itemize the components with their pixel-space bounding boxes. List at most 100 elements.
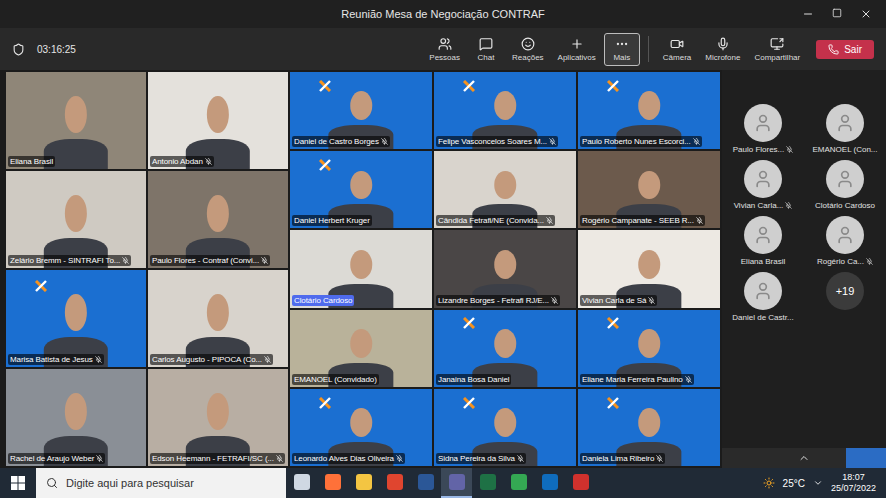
chevron-up-icon[interactable] <box>798 452 810 464</box>
mic-off-icon <box>517 455 524 462</box>
video-tile[interactable]: Sidna Pereira da Silva <box>434 389 576 466</box>
video-tile[interactable]: Eliane Maria Ferreira Paulino <box>578 310 720 387</box>
video-tile[interactable]: Eliana Brasil <box>6 72 146 169</box>
person-icon <box>753 113 773 133</box>
participant-name: Rogério Campanate - SEEB R... <box>580 215 705 226</box>
video-tile[interactable]: Carlos Augusto - PIPOCA (Co... <box>148 270 288 367</box>
leave-button[interactable]: Sair <box>816 40 874 59</box>
mic-off-icon <box>381 138 388 145</box>
participant-name: Eliana Brasil <box>8 156 55 167</box>
meeting-toolbar: 03:16:25PessoasChatReaçõesAplicativosMai… <box>0 28 886 70</box>
search-field[interactable]: Digite aqui para pesquisar <box>36 468 286 498</box>
toolbar-button[interactable]: Aplicativos <box>552 33 602 66</box>
taskbar-app[interactable] <box>348 468 379 498</box>
video-tile[interactable]: Zelário Bremm - SINTRAFI To... <box>6 171 146 268</box>
video-tile[interactable]: Daniel de Castro Borges <box>290 72 432 149</box>
participant-name: Daniela Lima Ribeiro <box>580 453 665 464</box>
maximize-icon[interactable] <box>832 8 842 18</box>
taskbar-app[interactable] <box>565 468 596 498</box>
shield-icon <box>12 43 25 56</box>
toolbar-divider <box>648 36 649 62</box>
app-icon <box>573 474 589 490</box>
meeting-stage: Eliana Brasil Antonio AbdanZelário Bremm … <box>0 70 886 468</box>
system-tray: 25°C 18:0725/07/2022 <box>763 472 886 495</box>
video-tile[interactable]: Clotário Cardoso <box>290 230 432 307</box>
taskbar-app[interactable] <box>379 468 410 498</box>
close-icon[interactable] <box>860 8 872 20</box>
self-view <box>846 448 886 468</box>
avatar <box>826 104 864 142</box>
video-tile[interactable]: Rogério Campanate - SEEB R... <box>578 151 720 228</box>
video-tile[interactable]: Daniela Lima Ribeiro <box>578 389 720 466</box>
video-tile[interactable]: Felipe Vasconcelos Soares M... <box>434 72 576 149</box>
roster-item[interactable]: Rogério Ca... <box>817 216 873 266</box>
taskbar-app[interactable] <box>441 468 472 498</box>
apps-icon <box>570 37 584 51</box>
video-tile[interactable]: EMANOEL (Convidado) <box>290 310 432 387</box>
video-tile[interactable]: Cândida Fetrafi/NE (Convida... <box>434 151 576 228</box>
clock[interactable]: 18:0725/07/2022 <box>831 472 876 495</box>
search-icon <box>46 477 58 489</box>
video-tile[interactable]: Antonio Abdan <box>148 72 288 169</box>
avatar <box>744 160 782 198</box>
toolbar-button[interactable]: Chat <box>468 33 504 66</box>
device-button[interactable]: Microfone <box>699 33 746 66</box>
taskbar-app[interactable] <box>410 468 441 498</box>
video-tile[interactable]: Edson Heemann - FETRAFI/SC (... <box>148 369 288 466</box>
video-tile[interactable]: Lizandre Borges - Fetrafi RJ/E... <box>434 230 576 307</box>
avatar <box>826 160 864 198</box>
roster-item[interactable]: Clotário Cardoso <box>815 160 875 210</box>
toolbar-button[interactable]: Reações <box>506 33 550 66</box>
mic-off-icon <box>264 356 271 363</box>
taskbar-app[interactable] <box>534 468 565 498</box>
roster-item[interactable]: Paulo Flores... <box>733 104 794 154</box>
chat-icon <box>479 37 493 51</box>
small-tiles: Daniel de Castro Borges Felipe Vasconcelo… <box>290 72 720 466</box>
mic-off-icon <box>786 146 793 153</box>
mic-off-icon <box>261 257 268 264</box>
taskbar-app[interactable] <box>317 468 348 498</box>
participant-name: Daniel Herbert Kruger <box>292 215 372 226</box>
participant-name: Paulo Flores - Contraf (Convi... <box>150 255 270 266</box>
video-tile[interactable]: Paulo Flores - Contraf (Convi... <box>148 171 288 268</box>
taskbar-app[interactable] <box>472 468 503 498</box>
app-icon <box>542 474 558 490</box>
taskbar-app[interactable] <box>286 468 317 498</box>
video-tile[interactable]: Vivian Carla de Sá <box>578 230 720 307</box>
taskbar-app[interactable] <box>503 468 534 498</box>
video-tile[interactable]: Marisa Batista de Jesus <box>6 270 146 367</box>
teams-window: Reunião Mesa de Negociação CONTRAF 03:16:… <box>0 0 886 498</box>
minimize-icon[interactable] <box>802 8 814 20</box>
participant-roster: Paulo Flores... EMANOEL (Con... Vivian Car… <box>722 70 886 468</box>
video-tile[interactable]: Janaina Bosa Daniel <box>434 310 576 387</box>
device-button[interactable]: Câmera <box>657 33 697 66</box>
toolbar-button[interactable]: Mais <box>604 33 640 66</box>
overflow-count: +19 <box>826 272 864 310</box>
weather-icon <box>763 477 775 489</box>
weather[interactable]: 25°C <box>783 478 805 489</box>
mic-off-icon <box>785 202 792 209</box>
video-tile[interactable]: Daniel Herbert Kruger <box>290 151 432 228</box>
app-icon <box>325 474 341 490</box>
reactions-icon <box>521 37 535 51</box>
app-icon <box>294 474 310 490</box>
person-icon <box>835 225 855 245</box>
roster-item[interactable]: Vivian Carla... <box>734 160 793 210</box>
participant-name: Lizandre Borges - Fetrafi RJ/E... <box>436 295 560 306</box>
roster-item[interactable]: Eliana Brasil <box>741 216 785 266</box>
video-tile[interactable]: Rachel de Araujo Weber <box>6 369 146 466</box>
participant-name: Clotário Cardoso <box>292 295 354 306</box>
roster-item[interactable]: EMANOEL (Con... <box>812 104 877 154</box>
video-tile[interactable]: Paulo Roberto Nunes Escorci... <box>578 72 720 149</box>
window-title: Reunião Mesa de Negociação CONTRAF <box>341 8 545 20</box>
self-view-strip[interactable] <box>722 448 886 468</box>
start-button[interactable] <box>0 476 36 490</box>
tray-expand-icon[interactable] <box>813 478 823 488</box>
app-icon <box>387 474 403 490</box>
video-tile[interactable]: Leonardo Alves Dias Oliveira <box>290 389 432 466</box>
roster-item[interactable]: Daniel de Castr... <box>732 272 793 322</box>
roster-overflow[interactable]: +19 <box>826 272 864 322</box>
device-button[interactable]: Compartilhar <box>748 33 806 66</box>
participant-name: Daniel de Castro Borges <box>292 136 390 147</box>
toolbar-button[interactable]: Pessoas <box>423 33 466 66</box>
